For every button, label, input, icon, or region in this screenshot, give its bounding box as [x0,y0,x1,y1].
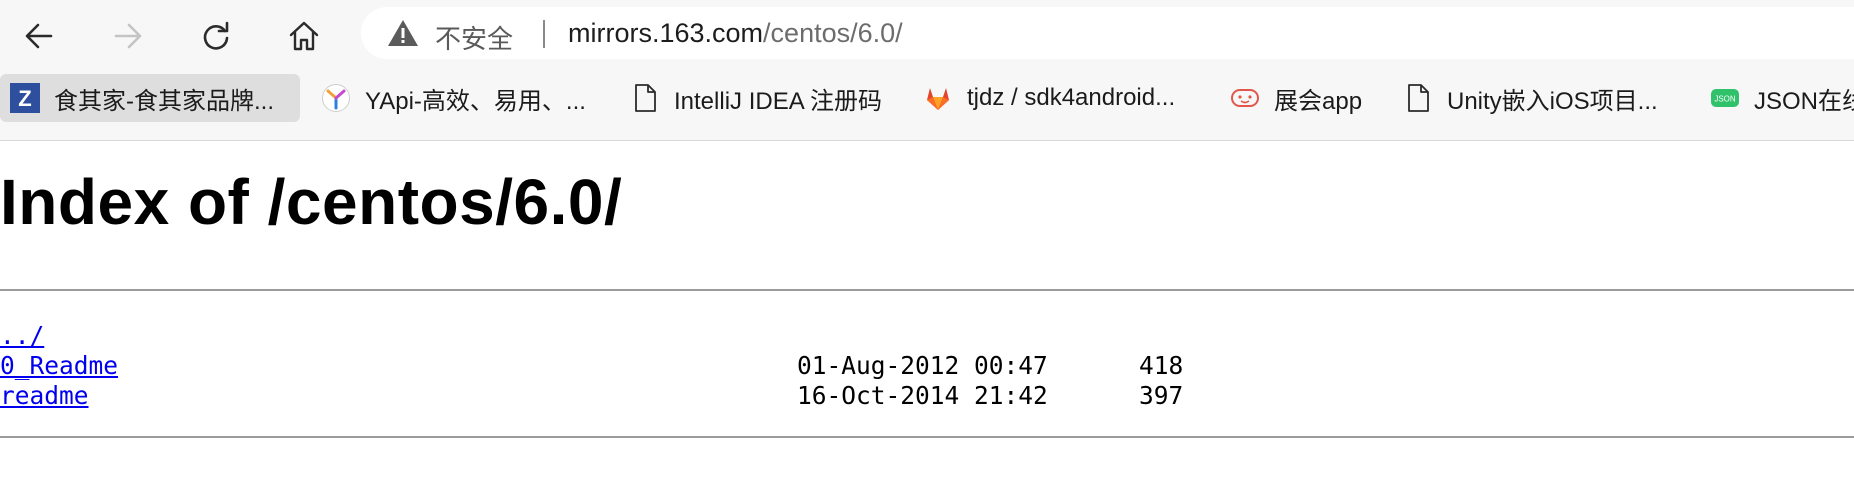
page-icon [1403,83,1433,113]
bookmark-item[interactable]: IntelliJ IDEA 注册码 [630,74,882,122]
page-icon [630,83,660,113]
svg-text:JSON: JSON [1714,95,1736,104]
face-icon [1230,83,1260,113]
divider-bottom [0,436,1854,438]
back-button[interactable] [17,14,61,58]
forward-button[interactable] [106,14,150,58]
security-status[interactable]: 不安全 [435,19,513,56]
bookmark-label: 食其家-食其家品牌... [54,87,274,115]
browser-toolbar: 不安全 mirrors.163.com/centos/6.0/ [0,0,1854,66]
file-listing: ../ 0_Readme 01-Aug-2012 00:47 418 readm… [0,321,1854,411]
page-title: Index of /centos/6.0/ [0,166,623,238]
bookmarks-bar: Z 食其家-食其家品牌... YApi-高效、易用、... IntelliJ I… [0,66,1854,141]
forward-arrow-icon [114,23,142,49]
bookmark-item[interactable]: Z 食其家-食其家品牌... [0,74,300,122]
bookmark-item[interactable]: tjdz / sdk4android... [923,74,1175,122]
url-path: /centos/6.0/ [763,18,903,48]
warning-icon [388,20,418,46]
divider-top [0,289,1854,291]
gitlab-icon [923,83,953,113]
reload-button[interactable] [194,14,238,58]
svg-text:Z: Z [18,86,31,111]
address-bar[interactable]: 不安全 mirrors.163.com/centos/6.0/ [361,7,1854,59]
file-date: 01-Aug-2012 00:47 [797,351,1048,380]
address-separator [543,20,545,48]
bookmark-label: tjdz / sdk4android... [967,84,1176,111]
bookmark-item[interactable]: 展会app [1230,74,1362,122]
file-size: 418 [1139,351,1184,380]
back-arrow-icon [25,23,53,49]
reload-icon [203,21,229,50]
url-text[interactable]: mirrors.163.com/centos/6.0/ [568,18,903,49]
file-date: 16-Oct-2014 21:42 [797,381,1048,410]
bookmark-label: YApi-高效、易用、... [365,87,586,115]
list-item: ../ [0,321,1854,351]
bookmark-item[interactable]: YApi-高效、易用、... [321,74,586,122]
file-size: 397 [1139,381,1184,410]
bookmark-label: JSON在线 [1754,87,1854,115]
bookmark-label: Unity嵌入iOS项目... [1447,87,1658,115]
parent-directory-link[interactable]: ../ [0,321,44,350]
json-icon: JSON [1710,83,1740,113]
file-link[interactable]: 0_Readme [0,351,118,380]
list-item: 0_Readme 01-Aug-2012 00:47 418 [0,351,1854,381]
list-item: readme 16-Oct-2014 21:42 397 [0,381,1854,411]
file-link[interactable]: readme [0,381,89,410]
home-icon [289,21,319,51]
z-logo-icon: Z [10,83,40,113]
url-host: mirrors.163.com [568,18,764,48]
home-button[interactable] [282,14,326,58]
bookmark-label: IntelliJ IDEA 注册码 [674,87,883,115]
bookmark-label: 展会app [1274,87,1363,115]
bookmark-item[interactable]: JSON JSON在线 [1710,74,1854,122]
yapi-logo-icon [321,83,351,113]
bookmark-item[interactable]: Unity嵌入iOS项目... [1403,74,1658,122]
